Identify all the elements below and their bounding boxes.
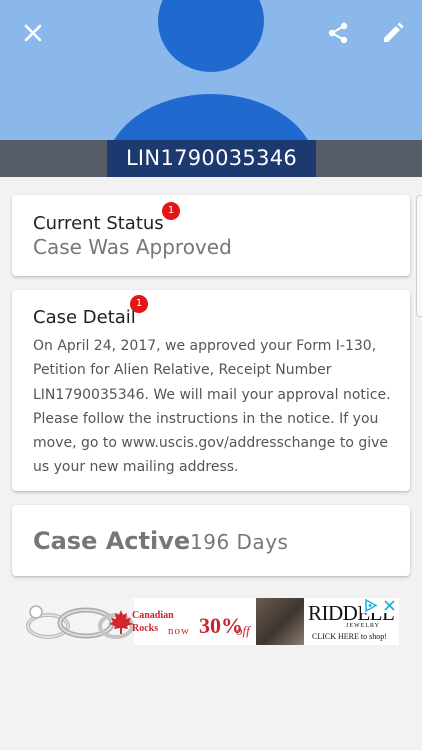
case-detail-title: Case Detail (33, 307, 136, 328)
status-notification-badge: 1 (162, 202, 180, 220)
maple-leaf-icon (109, 610, 133, 634)
ad-close-icon (384, 600, 395, 611)
case-active-card: Case Active 196 Days (12, 505, 410, 576)
share-button[interactable] (321, 16, 355, 50)
profile-header: LIN1790035346 (0, 0, 422, 177)
current-status-title: Current Status (33, 213, 164, 234)
case-active-label: Case Active (33, 527, 191, 555)
edit-button[interactable] (376, 16, 410, 50)
ad-off: off (236, 623, 250, 638)
close-icon (24, 24, 42, 42)
ad-choices-button[interactable] (361, 598, 380, 613)
detail-notification-badge: 1 (130, 295, 148, 313)
ad-brand-line1: Canadian (132, 610, 174, 621)
ad-close-button[interactable] (380, 598, 399, 613)
receipt-number: LIN1790035346 (107, 140, 316, 177)
ad-banner[interactable]: Canadian Rocks now 30% off RIDDELL'S JEW… (24, 598, 399, 645)
side-drawer-edge[interactable] (416, 195, 422, 317)
ad-cta[interactable]: CLICK HERE to shop! (312, 632, 387, 641)
current-status-value: Case Was Approved (33, 235, 232, 259)
adchoices-icon (365, 598, 378, 613)
ad-now-text: now (168, 625, 190, 637)
case-active-days: 196 Days (190, 530, 289, 554)
avatar-head (158, 0, 264, 72)
case-detail-card[interactable]: Case Detail 1 On April 24, 2017, we appr… (12, 290, 410, 491)
ad-wolf-image (256, 598, 304, 645)
current-status-card[interactable]: Current Status 1 Case Was Approved (12, 195, 410, 276)
ad-brand-line2: Rocks (132, 623, 159, 634)
close-button[interactable] (16, 16, 50, 50)
share-icon (328, 22, 348, 44)
edit-icon (384, 22, 404, 42)
ad-logo-sub: JEWELRY (346, 623, 380, 629)
case-detail-text: On April 24, 2017, we approved your Form… (33, 338, 391, 476)
